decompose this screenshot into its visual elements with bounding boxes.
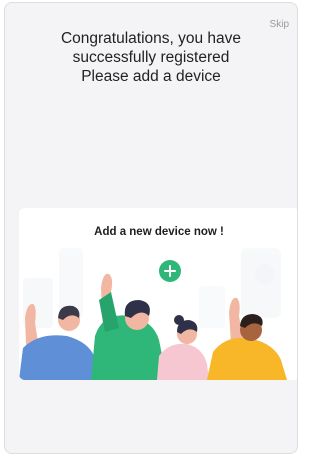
title-line-1: Congratulations, you have	[60, 30, 242, 47]
plus-circle-icon[interactable]	[159, 260, 181, 282]
registration-success-screen: Skip Congratulations, you have successfu…	[4, 2, 298, 454]
add-device-card[interactable]: Add a new device now !	[19, 208, 297, 380]
title-line-3: Please add a device	[81, 68, 221, 85]
add-device-title[interactable]: Add a new device now !	[19, 226, 297, 238]
congratulations-heading: Congratulations, you have successfully r…	[5, 29, 297, 86]
title-line-2: successfully registered	[72, 49, 230, 66]
